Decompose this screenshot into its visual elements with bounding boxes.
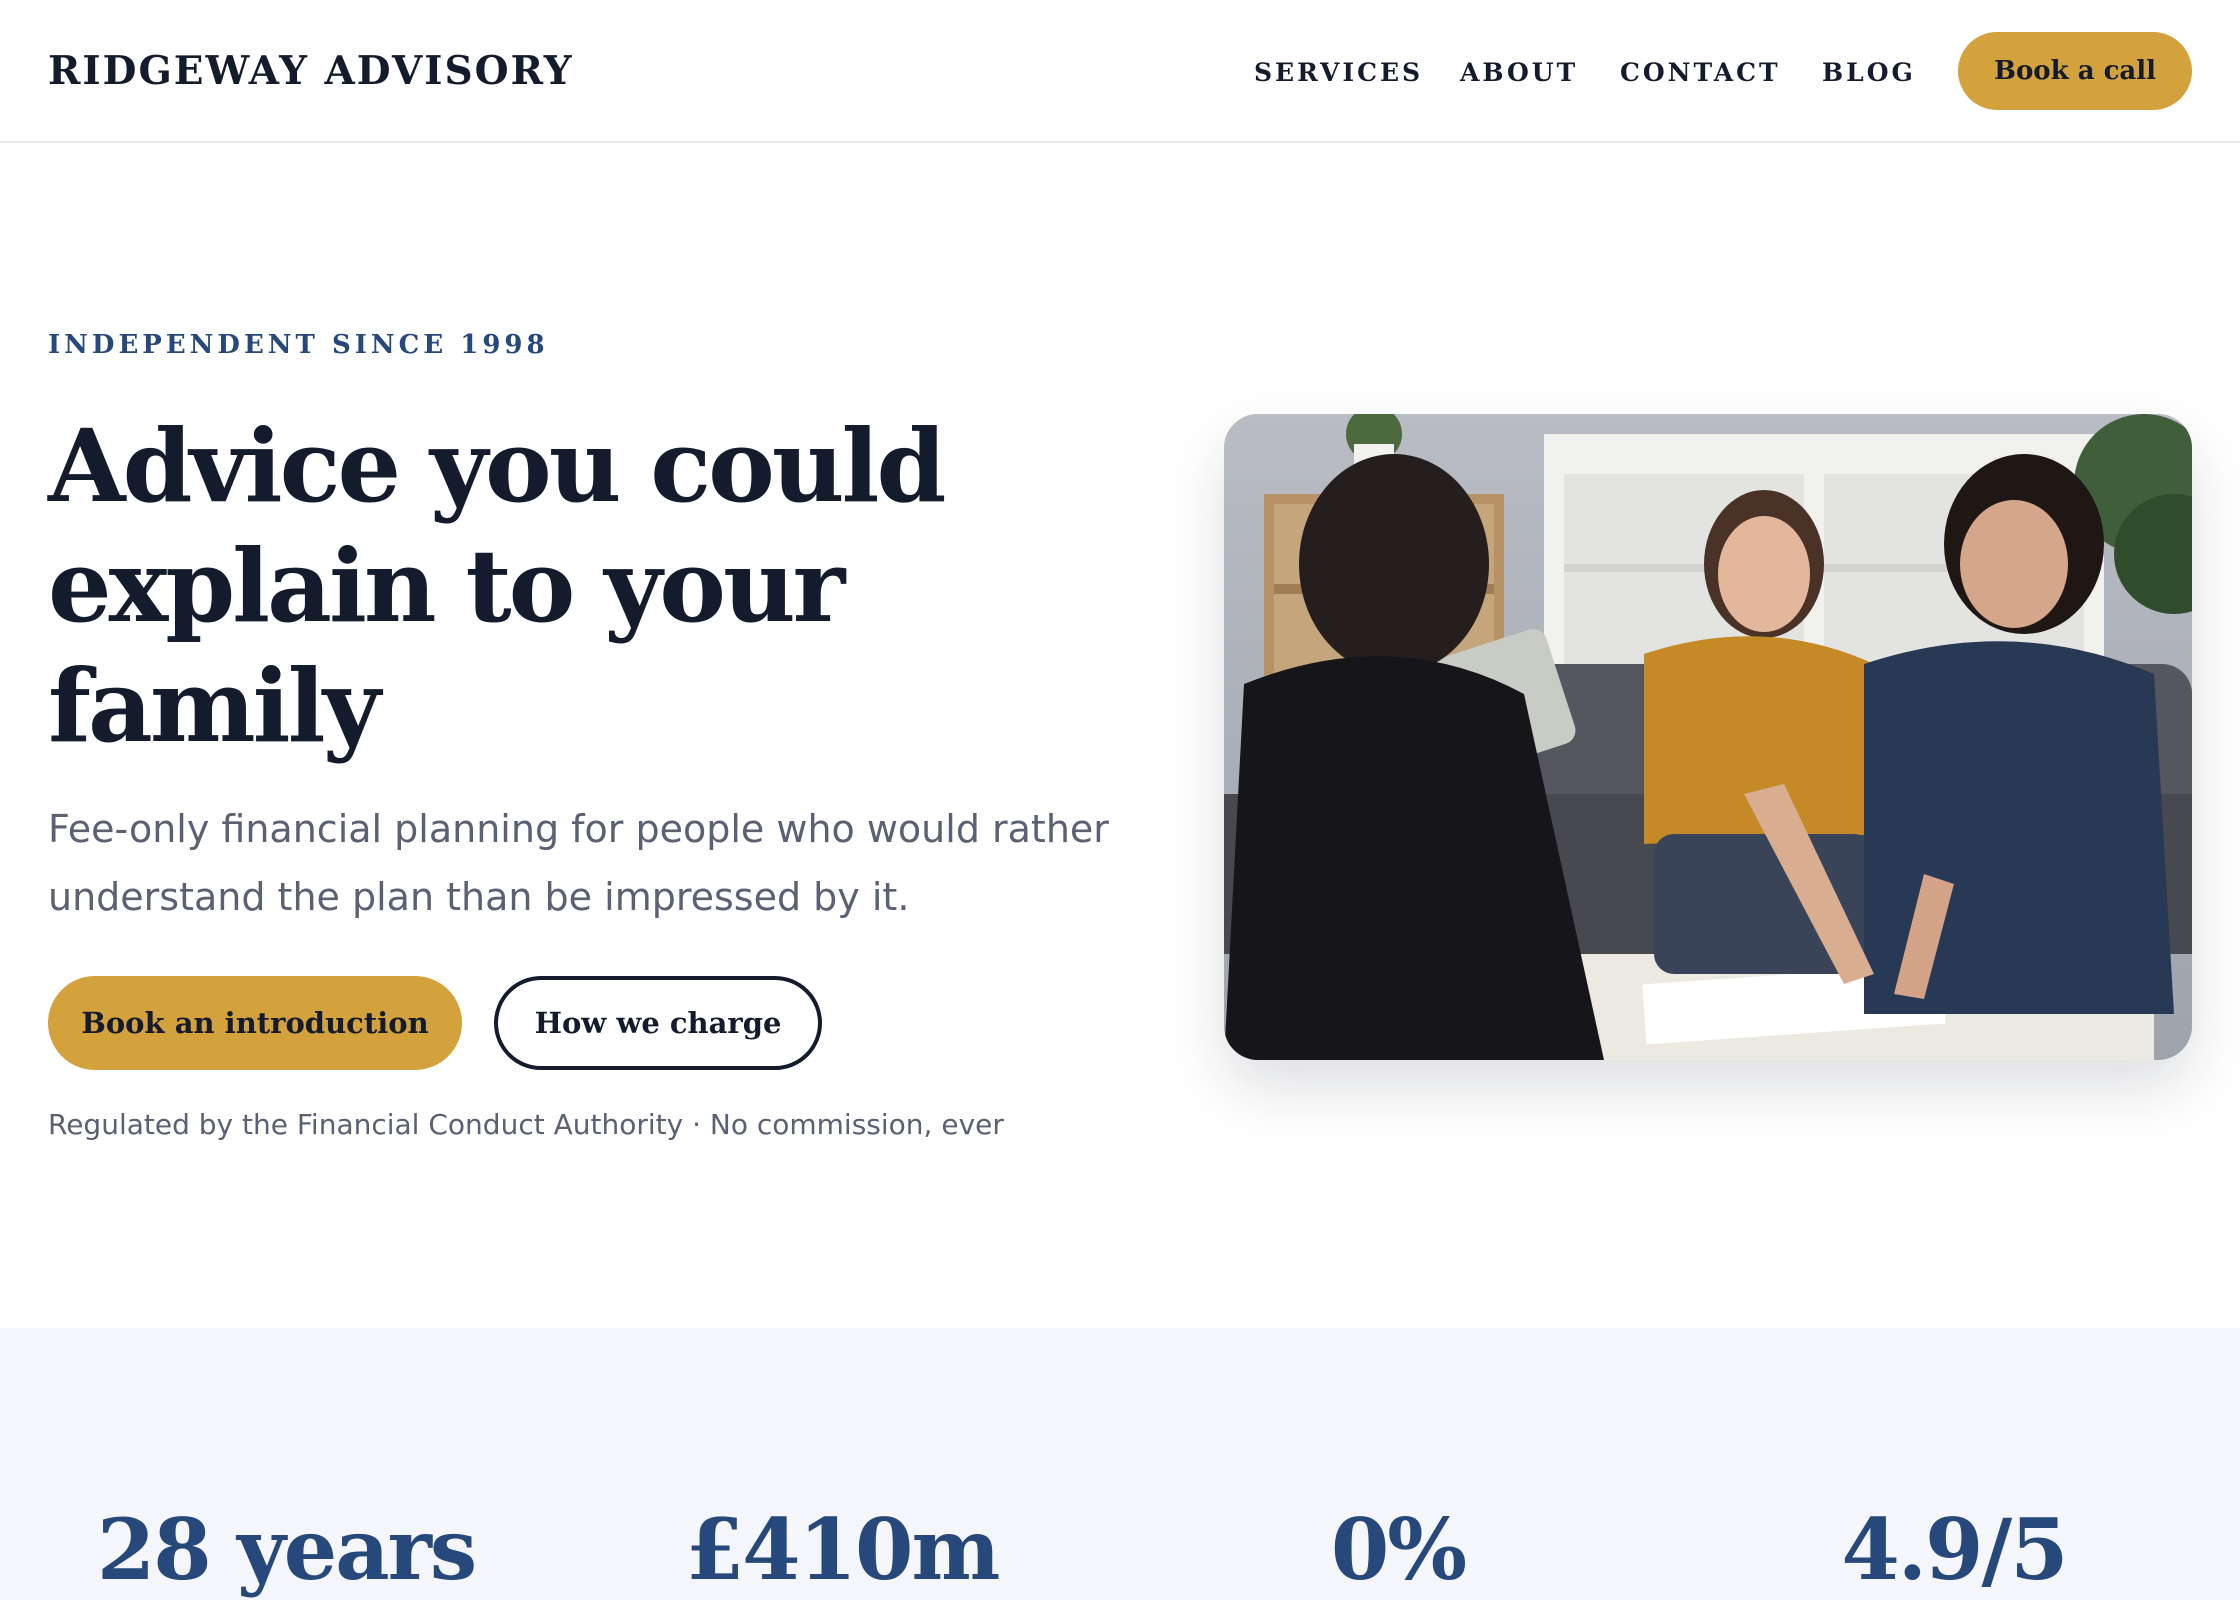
regulation-note: Regulated by the Financial Conduct Autho… [48, 1108, 1004, 1141]
nav-link-about[interactable]: ABOUT [1460, 58, 1578, 87]
nav-link-blog[interactable]: BLOG [1822, 58, 1916, 87]
stat-commission: 0% [1330, 1500, 1467, 1599]
hero-eyebrow: INDEPENDENT SINCE 1998 [48, 330, 549, 360]
stat-rating: 4.9/5 [1841, 1500, 2068, 1599]
nav-link-services[interactable]: SERVICES [1254, 58, 1423, 87]
hero-lead: Fee-only financial planning for people w… [48, 807, 1109, 919]
how-we-charge-button[interactable]: How we charge [494, 976, 822, 1070]
book-a-call-button[interactable]: Book a call [1958, 32, 2192, 110]
site-header: RIDGEWAY ADVISORY SERVICES ABOUT CONTACT… [0, 0, 2240, 143]
book-introduction-button[interactable]: Book an introduction [48, 976, 462, 1070]
stat-years: 28 years [96, 1500, 477, 1599]
hero-photo-advisor-meeting [1224, 414, 2192, 1060]
site-logo[interactable]: RIDGEWAY ADVISORY [48, 48, 574, 94]
nav-link-contact[interactable]: CONTACT [1620, 58, 1781, 87]
stat-assets: £410m [685, 1500, 1001, 1599]
hero-headline: Advice you could explain to your family [48, 407, 946, 765]
